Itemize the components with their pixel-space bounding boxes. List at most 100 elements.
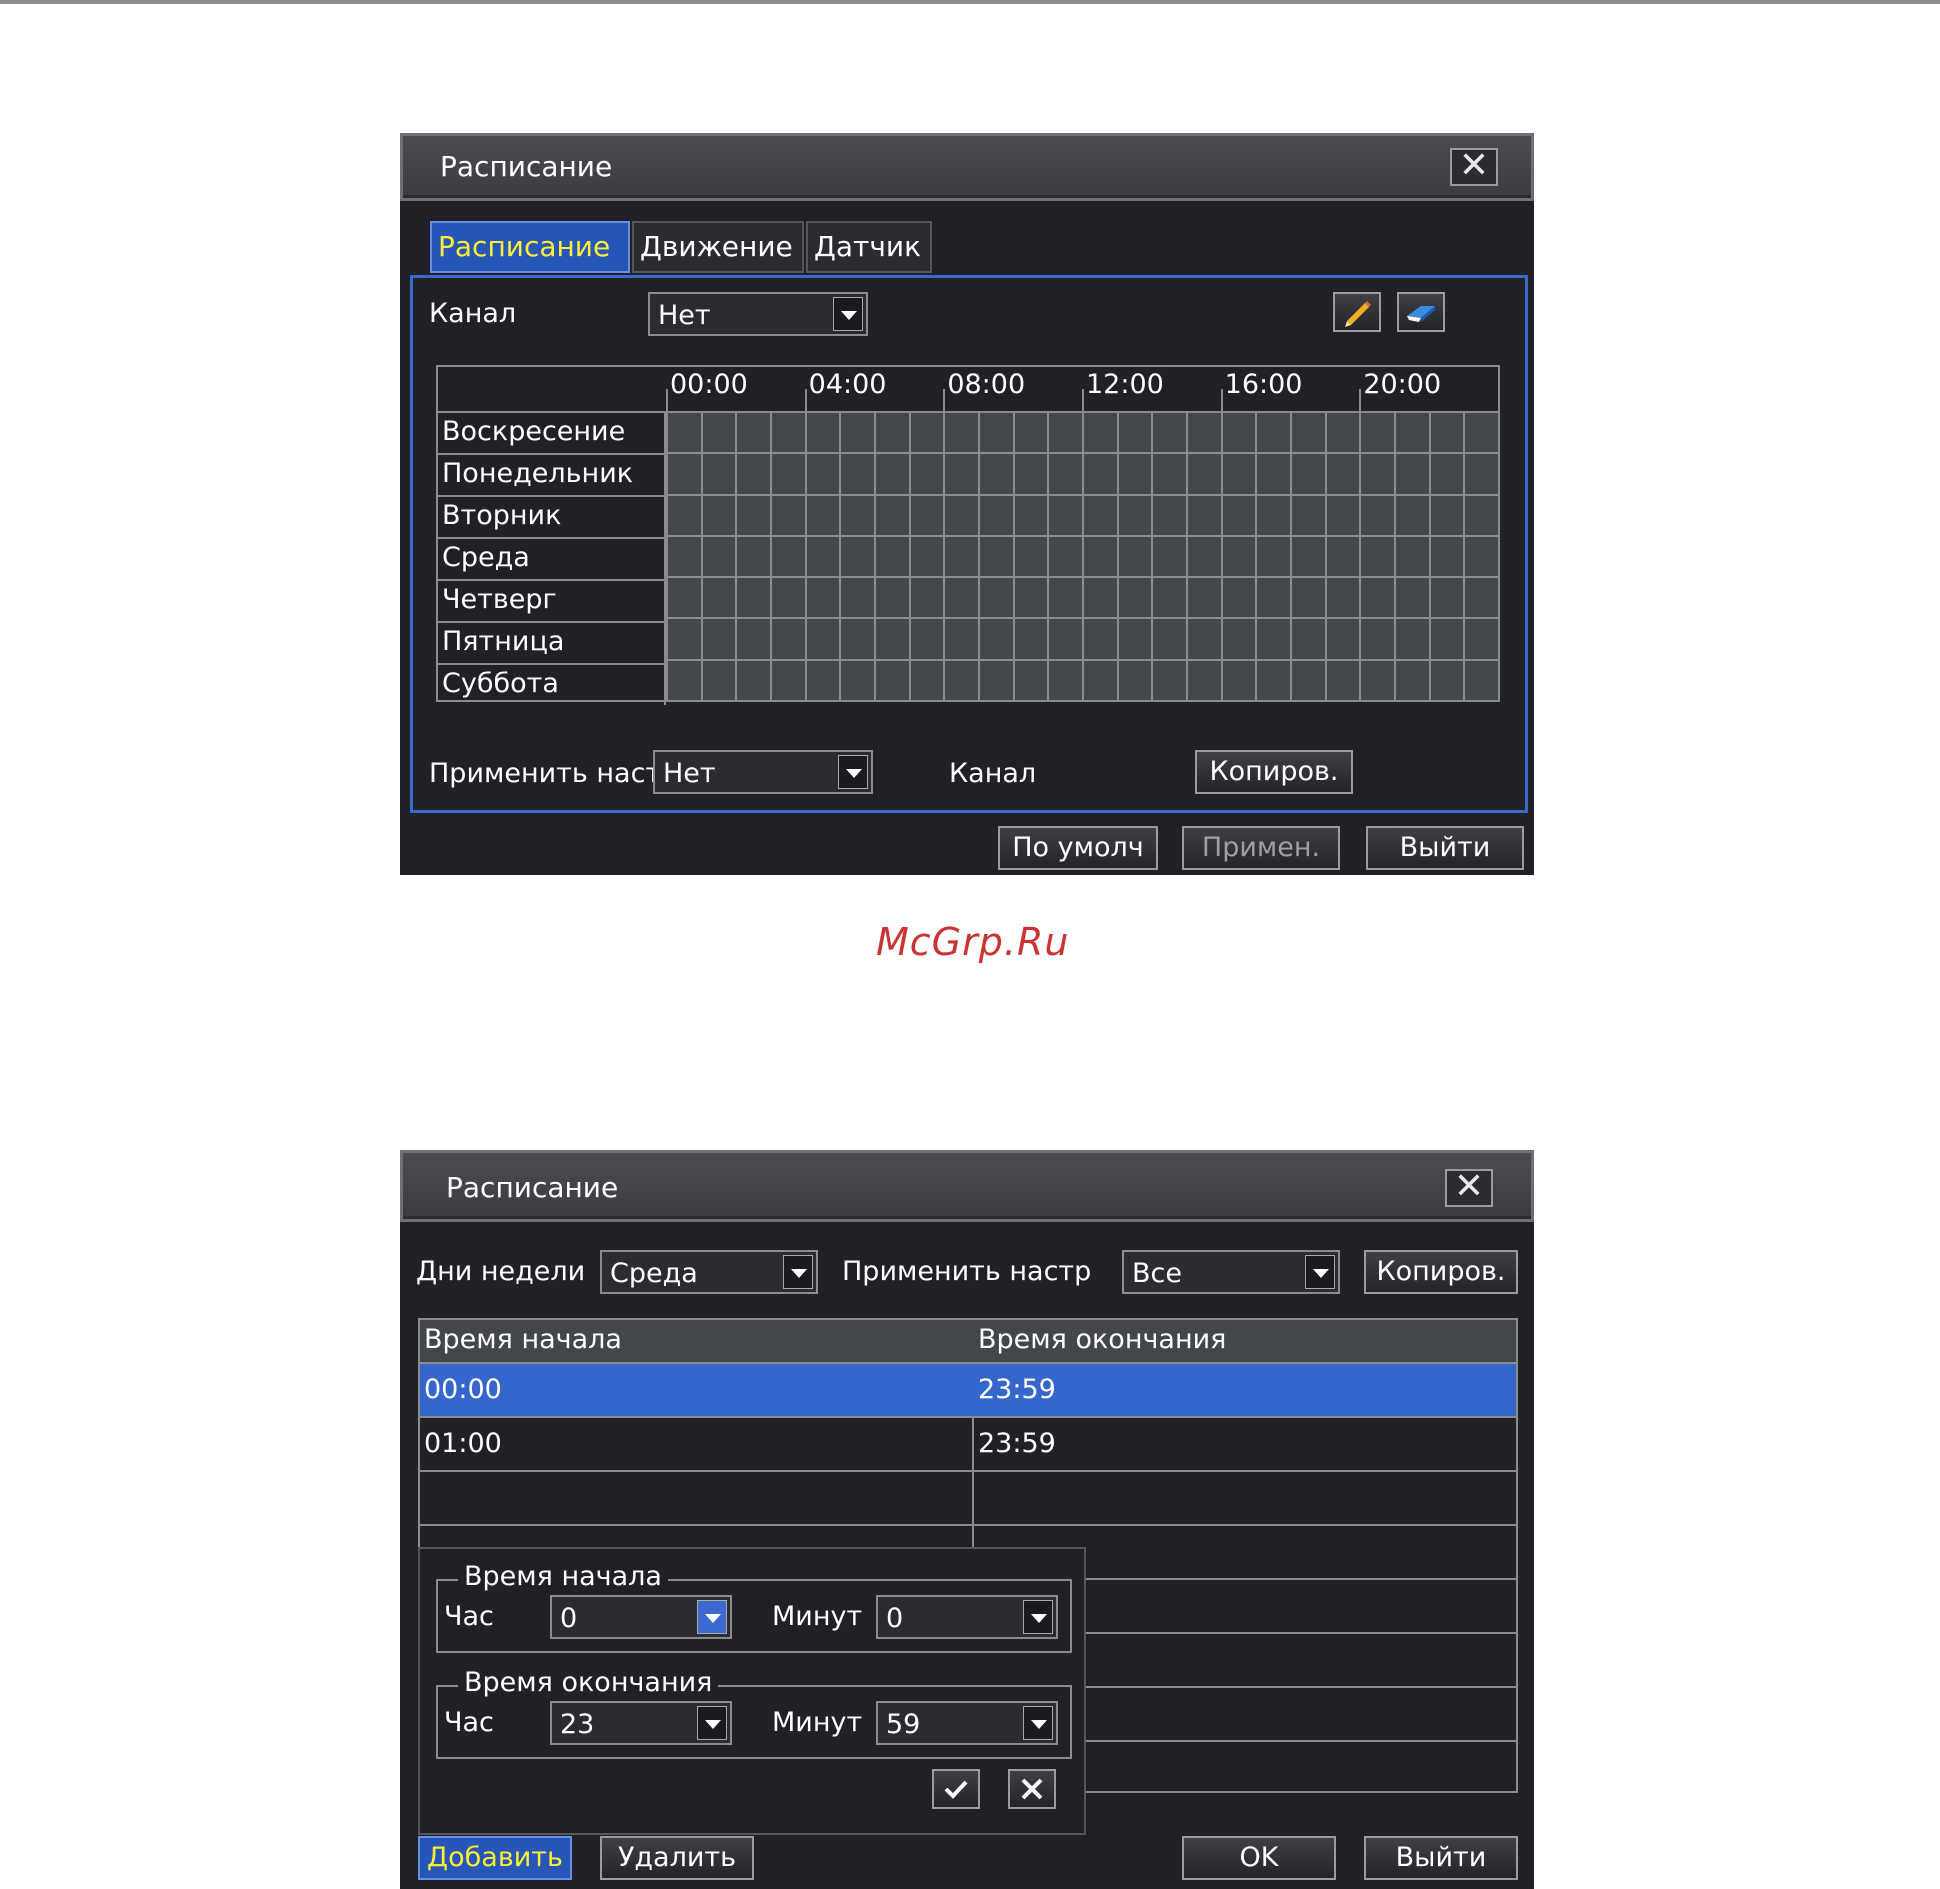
schedule-cell[interactable] (1290, 576, 1325, 618)
tab-sensor[interactable]: Датчик (806, 221, 932, 273)
schedule-cell[interactable] (700, 411, 736, 453)
exit-button[interactable]: Выйти (1364, 1836, 1518, 1880)
schedule-cell[interactable] (1116, 452, 1152, 494)
schedule-cell[interactable] (1394, 576, 1429, 618)
schedule-cell[interactable] (1255, 452, 1290, 494)
schedule-cell[interactable] (839, 534, 874, 577)
schedule-cell[interactable] (770, 576, 805, 618)
schedule-cell[interactable] (1047, 534, 1082, 577)
schedule-cell[interactable] (1082, 493, 1117, 535)
weekday-select[interactable]: Среда (600, 1250, 818, 1294)
schedule-cell[interactable] (1394, 493, 1429, 535)
schedule-cell[interactable] (908, 576, 944, 618)
schedule-cell[interactable] (804, 452, 840, 494)
schedule-cell[interactable] (874, 493, 909, 535)
add-button[interactable]: Добавить (418, 1836, 572, 1880)
schedule-cell[interactable] (1290, 658, 1325, 700)
chevron-down-icon[interactable] (697, 1600, 727, 1634)
schedule-cell[interactable] (1463, 617, 1498, 659)
schedule-cell[interactable] (1428, 411, 1464, 453)
schedule-cell[interactable] (1012, 534, 1048, 577)
schedule-cell[interactable] (1047, 411, 1082, 453)
schedule-cell[interactable] (735, 658, 770, 700)
close-icon[interactable]: ✕ (1450, 148, 1498, 186)
schedule-cell[interactable] (1151, 576, 1186, 618)
schedule-cell[interactable] (770, 658, 805, 700)
schedule-cell[interactable] (1255, 576, 1290, 618)
schedule-cell[interactable] (839, 658, 874, 700)
schedule-cell[interactable] (1359, 493, 1394, 535)
schedule-cell[interactable] (1220, 617, 1256, 659)
schedule-cell[interactable] (1151, 534, 1186, 577)
schedule-cell[interactable] (1220, 658, 1256, 700)
schedule-cell[interactable] (1324, 658, 1360, 700)
schedule-cell[interactable] (908, 411, 944, 453)
schedule-cell[interactable] (1359, 534, 1394, 577)
schedule-cell[interactable] (943, 411, 978, 453)
end-hour-select[interactable]: 23 (550, 1701, 732, 1745)
schedule-cell[interactable] (735, 617, 770, 659)
schedule-cell[interactable] (1220, 452, 1256, 494)
schedule-cell[interactable] (735, 576, 770, 618)
schedule-cell[interactable] (943, 617, 978, 659)
schedule-cell[interactable] (1428, 493, 1464, 535)
schedule-cell[interactable] (1047, 617, 1082, 659)
schedule-cell[interactable] (666, 493, 701, 535)
schedule-cell[interactable] (666, 617, 701, 659)
schedule-cell[interactable] (1290, 452, 1325, 494)
schedule-cell[interactable] (700, 576, 736, 618)
schedule-cell[interactable] (1082, 534, 1117, 577)
schedule-cell[interactable] (839, 617, 874, 659)
schedule-cell[interactable] (1324, 411, 1360, 453)
schedule-cell[interactable] (1463, 576, 1498, 618)
apply-settings-select[interactable]: Все (1122, 1250, 1340, 1294)
schedule-cell[interactable] (804, 534, 840, 577)
schedule-cell[interactable] (874, 658, 909, 700)
schedule-cell[interactable] (1012, 617, 1048, 659)
schedule-cell[interactable] (1012, 411, 1048, 453)
schedule-cell[interactable] (1359, 617, 1394, 659)
cancel-icon[interactable] (1008, 1769, 1056, 1809)
schedule-cell[interactable] (1324, 617, 1360, 659)
chevron-down-icon[interactable] (697, 1706, 727, 1740)
schedule-cell[interactable] (1186, 617, 1221, 659)
check-icon[interactable] (932, 1769, 980, 1809)
schedule-cell[interactable] (735, 493, 770, 535)
schedule-cell[interactable] (1047, 576, 1082, 618)
schedule-cell[interactable] (874, 411, 909, 453)
chevron-down-icon[interactable] (1023, 1600, 1053, 1634)
schedule-cell[interactable] (666, 658, 701, 700)
chevron-down-icon[interactable] (783, 1255, 813, 1289)
schedule-cell[interactable] (978, 493, 1013, 535)
chevron-down-icon[interactable] (1023, 1706, 1053, 1740)
schedule-cell[interactable] (666, 534, 701, 577)
schedule-cell[interactable] (1186, 493, 1221, 535)
schedule-cell[interactable] (804, 493, 840, 535)
schedule-cell[interactable] (1186, 658, 1221, 700)
schedule-cell[interactable] (700, 452, 736, 494)
schedule-cell[interactable] (770, 452, 805, 494)
schedule-cell[interactable] (978, 411, 1013, 453)
schedule-cell[interactable] (839, 576, 874, 618)
schedule-cell[interactable] (1324, 576, 1360, 618)
schedule-cell[interactable] (1186, 534, 1221, 577)
schedule-cell[interactable] (1359, 576, 1394, 618)
chevron-down-icon[interactable] (833, 297, 863, 331)
schedule-cell[interactable] (1082, 411, 1117, 453)
schedule-cell[interactable] (1116, 576, 1152, 618)
schedule-cell[interactable] (1151, 452, 1186, 494)
schedule-cell[interactable] (666, 452, 701, 494)
schedule-cell[interactable] (1359, 411, 1394, 453)
schedule-cell[interactable] (978, 576, 1013, 618)
schedule-cell[interactable] (1255, 411, 1290, 453)
schedule-cell[interactable] (666, 576, 701, 618)
table-row[interactable]: 00:00 23:59 (420, 1364, 1516, 1418)
schedule-cell[interactable] (700, 493, 736, 535)
channel-select[interactable]: Нет (648, 292, 868, 336)
schedule-cell[interactable] (908, 493, 944, 535)
schedule-cell[interactable] (1047, 452, 1082, 494)
schedule-cell[interactable] (1463, 534, 1498, 577)
schedule-cell[interactable] (1255, 534, 1290, 577)
schedule-cell[interactable] (1290, 493, 1325, 535)
schedule-cell[interactable] (943, 576, 978, 618)
